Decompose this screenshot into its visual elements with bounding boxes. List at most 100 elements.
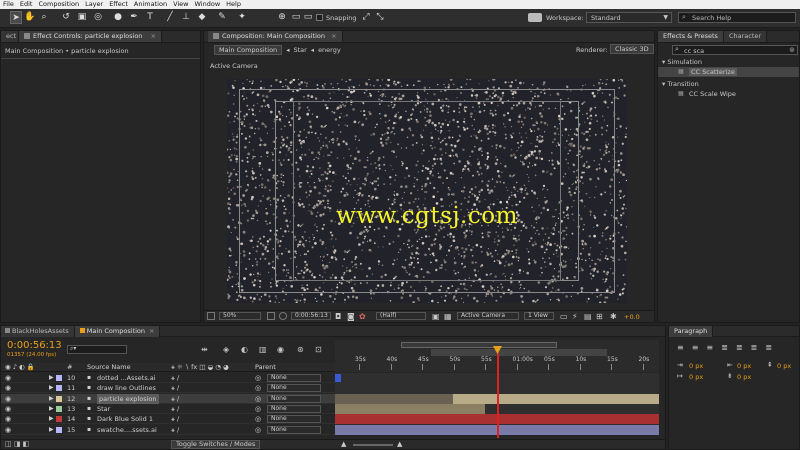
- eye-icon[interactable]: ◉: [5, 405, 13, 412]
- menu-layer[interactable]: Layer: [82, 0, 106, 9]
- nav-star[interactable]: Star: [293, 46, 306, 54]
- align-left-icon[interactable]: ≡: [677, 343, 684, 353]
- exposure-value[interactable]: +0.0: [624, 313, 640, 321]
- first-line-indent-value[interactable]: 0 px: [689, 373, 703, 381]
- timecode-display[interactable]: 0:00:56:13: [291, 312, 331, 320]
- justify-last-center-icon[interactable]: ≣: [736, 343, 743, 353]
- hand-tool-icon[interactable]: ✋: [24, 11, 36, 24]
- label-color-swatch[interactable]: [56, 375, 62, 381]
- pixel-aspect-icon[interactable]: ▭: [560, 312, 568, 321]
- local-axis-icon[interactable]: ▭: [290, 11, 302, 24]
- view-layout-dropdown[interactable]: 1 View: [524, 312, 554, 320]
- menu-view[interactable]: View: [170, 0, 191, 9]
- table-row[interactable]: ◉ ▶ 15 ▪ swatche....ssets.ai ⚹ ∕ ◎ None: [1, 424, 335, 435]
- table-row[interactable]: ◉ ▶ 14 ▪ Dark Blue Solid 1 ⚹ ∕ ◎ None: [1, 414, 335, 425]
- effect-item-cc-scale-wipe[interactable]: ▦ CC Scale Wipe: [658, 89, 799, 99]
- brush-tool-icon[interactable]: ╱: [164, 11, 176, 24]
- layer-name[interactable]: Star: [97, 404, 110, 414]
- space-after-value[interactable]: 0 px: [737, 373, 751, 381]
- brainstorm-icon[interactable]: ⊡: [315, 345, 322, 354]
- expand-triangle-icon[interactable]: ▶: [49, 383, 54, 393]
- label-color-swatch[interactable]: [56, 416, 62, 423]
- show-snapshot-icon[interactable]: ◙: [347, 312, 355, 321]
- eye-icon[interactable]: ◉: [5, 416, 13, 423]
- comp-mini-flowchart-icon[interactable]: ⇹: [201, 345, 208, 354]
- menu-animation[interactable]: Animation: [131, 0, 170, 9]
- justify-last-left-icon[interactable]: ≣: [721, 343, 728, 353]
- resolution-dropdown[interactable]: (Half): [376, 312, 426, 320]
- parent-dropdown[interactable]: None: [267, 415, 321, 424]
- timeline-icon[interactable]: ▤: [584, 312, 592, 321]
- eye-icon[interactable]: ◉: [5, 426, 13, 433]
- clone-tool-icon[interactable]: ⊥: [180, 11, 192, 24]
- menu-composition[interactable]: Composition: [35, 0, 82, 9]
- shy-layers-icon[interactable]: ◐: [241, 345, 248, 354]
- zoom-slider[interactable]: [353, 444, 393, 446]
- close-icon[interactable]: ×: [151, 32, 156, 40]
- snapping-checkbox[interactable]: [316, 14, 323, 21]
- tab-composition[interactable]: Composition: Main Composition ×: [208, 31, 343, 42]
- workspace-icon[interactable]: [528, 13, 542, 22]
- expand-triangle-icon[interactable]: ▶: [49, 425, 54, 435]
- parent-dropdown[interactable]: None: [267, 384, 321, 393]
- zoom-in-icon[interactable]: ▲: [397, 440, 402, 448]
- tab-effect-controls[interactable]: Effect Controls: particle explosion ×: [19, 31, 162, 42]
- close-icon[interactable]: ×: [149, 327, 154, 335]
- selection-tool-icon[interactable]: ➤: [10, 11, 22, 24]
- fast-preview-icon[interactable]: ⚡: [572, 312, 578, 321]
- nav-main-composition[interactable]: Main Composition: [214, 44, 283, 55]
- camera-tool-icon[interactable]: ▣: [76, 11, 88, 24]
- switch-icons[interactable]: ⚹ ∕: [171, 383, 179, 393]
- parent-dropdown[interactable]: None: [267, 374, 321, 382]
- zoom-out-icon[interactable]: ▲: [341, 440, 346, 448]
- table-row[interactable]: ◉ ▶ 12 ▪ particle explosion ⚹ ∕ ◎ None: [1, 393, 335, 404]
- exposure-reset-icon[interactable]: ✱: [610, 312, 617, 321]
- indent-left-value[interactable]: 0 px: [689, 362, 703, 370]
- menu-window[interactable]: Window: [192, 0, 224, 9]
- menu-help[interactable]: Help: [223, 0, 244, 9]
- effects-search-input[interactable]: ⌕ cc sca ⊗: [672, 45, 798, 55]
- type-tool-icon[interactable]: T: [144, 11, 156, 24]
- motion-blur-icon[interactable]: ◉: [277, 345, 284, 354]
- menu-effect[interactable]: Effect: [106, 0, 131, 9]
- table-row[interactable]: ◉ ▶ 10 ▪ dotted ...Assets.ai ⚹ ∕ ◎ None: [1, 373, 335, 383]
- footer-switch-icon[interactable]: ◫ ◨ ◧: [5, 440, 29, 448]
- layer-name[interactable]: particle explosion: [97, 393, 159, 404]
- playhead[interactable]: [497, 348, 499, 438]
- layer-bar[interactable]: [335, 393, 453, 404]
- parent-dropdown[interactable]: None: [267, 425, 321, 434]
- layer-name[interactable]: dotted ...Assets.ai: [97, 373, 156, 383]
- camera-dropdown[interactable]: Active Camera: [457, 312, 519, 320]
- pickwhip-icon[interactable]: ◎: [255, 404, 261, 414]
- work-area-navigator[interactable]: [401, 342, 557, 348]
- indent-right-value[interactable]: 0 px: [737, 362, 751, 370]
- work-area-bar[interactable]: [431, 349, 607, 356]
- clear-icon[interactable]: ⊗: [789, 46, 795, 54]
- category-simulation[interactable]: ▾ Simulation: [662, 58, 702, 66]
- layer-name[interactable]: draw line Outlines: [97, 383, 156, 393]
- close-icon[interactable]: ×: [331, 32, 336, 40]
- label-color-swatch[interactable]: [56, 395, 62, 402]
- grid-icon[interactable]: [267, 312, 275, 320]
- world-axis-icon[interactable]: ▭: [302, 11, 314, 24]
- mask-visibility-icon[interactable]: [279, 312, 287, 320]
- workspace-dropdown[interactable]: Standard ▼: [586, 12, 672, 23]
- pan-behind-tool-icon[interactable]: ◎: [92, 11, 104, 24]
- switch-icons[interactable]: ⚹ ∕: [171, 414, 179, 424]
- menu-edit[interactable]: Edit: [17, 0, 36, 9]
- label-color-swatch[interactable]: [56, 405, 62, 412]
- tab-effects-presets[interactable]: Effects & Presets: [658, 31, 724, 42]
- transparency-grid-icon[interactable]: ▦: [444, 312, 452, 321]
- roto-brush-tool-icon[interactable]: ✎: [216, 11, 228, 24]
- axis-mode-icon[interactable]: ⊕: [276, 11, 288, 24]
- zoom-tool-icon[interactable]: ⌕: [38, 11, 50, 24]
- toggle-view-icon[interactable]: [207, 312, 215, 320]
- tab-project[interactable]: ect: [1, 31, 19, 42]
- eye-icon[interactable]: ◉: [5, 395, 13, 402]
- mask-tool-icon[interactable]: ●: [112, 11, 124, 24]
- tab-main-composition[interactable]: Main Composition ×: [74, 325, 161, 337]
- justify-last-right-icon[interactable]: ≣: [751, 343, 758, 353]
- graph-editor-icon[interactable]: ⊛: [297, 345, 304, 354]
- snap-option-icon[interactable]: ⤢: [360, 11, 372, 24]
- tab-character[interactable]: Character: [723, 31, 768, 42]
